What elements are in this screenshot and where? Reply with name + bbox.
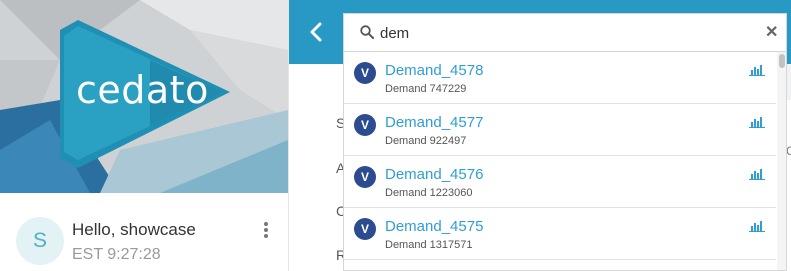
result-subtitle: Demand 1317571 <box>385 239 473 251</box>
search-result-item[interactable]: V Demand_4578 Demand 747229 <box>344 52 776 104</box>
avatar[interactable]: S <box>16 217 64 265</box>
result-type-badge: V <box>354 166 376 188</box>
result-title[interactable]: Demand_4577 <box>385 114 483 131</box>
search-results-dropdown: V Demand_4578 Demand 747229 V Demand_457… <box>343 52 787 271</box>
chevron-left-icon <box>310 22 322 42</box>
search-result-item[interactable]: V Demand_4575 Demand 1317571 <box>344 208 776 260</box>
result-subtitle: Demand 922497 <box>385 135 467 147</box>
search-icon <box>360 25 374 39</box>
user-clock: EST 9:27:28 <box>72 246 161 263</box>
search-box[interactable]: ✕ <box>343 13 787 52</box>
scrollbar-track[interactable] <box>777 52 786 270</box>
result-title[interactable]: Demand_4575 <box>385 218 483 235</box>
result-subtitle: Demand 1223060 <box>385 187 473 199</box>
search-input[interactable] <box>380 22 740 44</box>
user-greeting: Hello, showcase <box>72 220 196 239</box>
result-title[interactable]: Demand_4576 <box>385 166 483 183</box>
brand-banner: cedato <box>0 0 288 193</box>
scrollbar-thumb[interactable] <box>779 54 785 68</box>
kebab-menu-icon[interactable] <box>258 222 274 240</box>
bar-chart-icon[interactable] <box>749 168 765 180</box>
result-type-badge: V <box>354 114 376 136</box>
search-result-item[interactable]: V Demand_4577 Demand 922497 <box>344 104 776 156</box>
bar-chart-icon[interactable] <box>749 220 765 232</box>
sidebar: cedato S Hello, showcase EST 9:27:28 <box>0 0 289 271</box>
close-icon[interactable]: ✕ <box>765 22 778 42</box>
bar-chart-icon[interactable] <box>749 116 765 128</box>
result-type-badge: V <box>354 218 376 240</box>
search-result-item[interactable]: V Demand_4576 Demand 1223060 <box>344 156 776 208</box>
brand-logo: cedato <box>76 68 209 112</box>
result-subtitle: Demand 747229 <box>385 83 467 95</box>
result-title[interactable]: Demand_4578 <box>385 62 483 79</box>
bar-chart-icon[interactable] <box>749 64 765 76</box>
back-button[interactable] <box>289 0 343 64</box>
result-type-badge: V <box>354 62 376 84</box>
